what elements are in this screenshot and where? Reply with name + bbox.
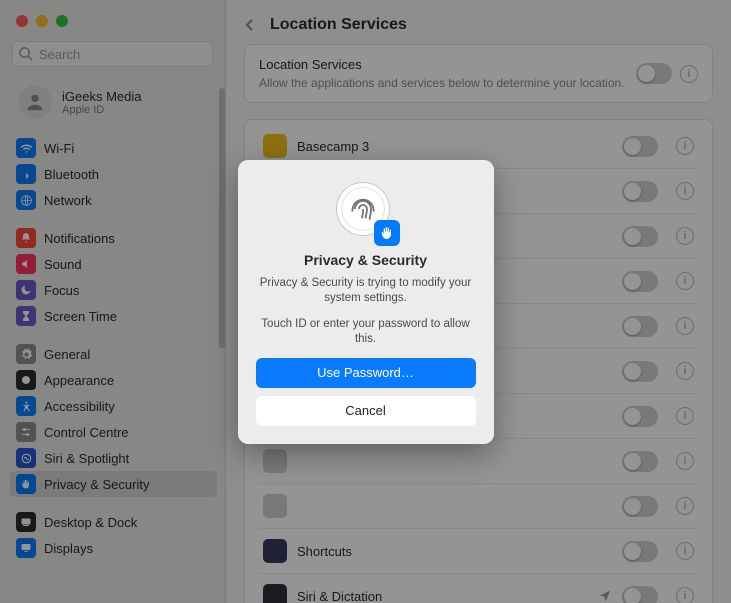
modal-message-1: Privacy & Security is trying to modify y…	[256, 275, 476, 306]
modal-icon	[336, 181, 396, 241]
modal-title: Privacy & Security	[256, 251, 476, 267]
cancel-button[interactable]: Cancel	[256, 396, 476, 426]
modal-message-2: Touch ID or enter your password to allow…	[256, 317, 476, 348]
use-password-button[interactable]: Use Password…	[256, 358, 476, 388]
privacy-hand-icon	[374, 219, 400, 245]
auth-modal: Privacy & Security Privacy & Security is…	[238, 159, 494, 443]
